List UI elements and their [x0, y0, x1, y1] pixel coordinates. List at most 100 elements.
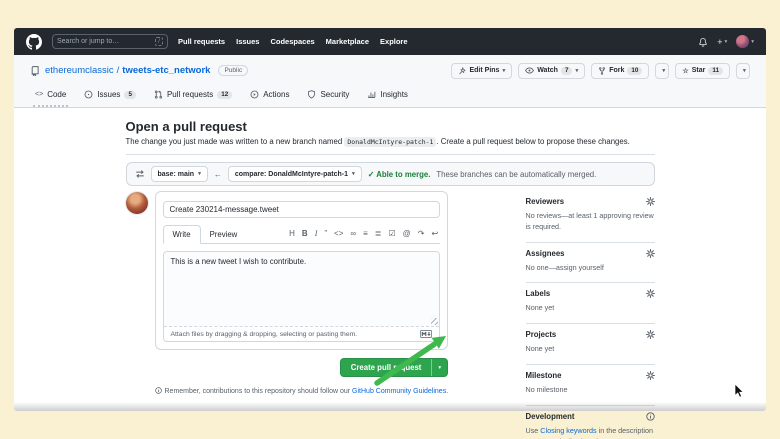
tab-write[interactable]: Write	[163, 225, 201, 244]
info-icon	[155, 387, 162, 394]
fork-button[interactable]: Fork 10	[591, 63, 649, 79]
community-guidelines-link[interactable]: GitHub Community Guidelines	[352, 388, 446, 395]
compare-branch-selector[interactable]: compare: DonaldMcIntyre-patch-1 ▾	[228, 166, 362, 182]
gear-icon[interactable]	[646, 249, 655, 258]
page-title: Open a pull request	[126, 119, 655, 134]
github-logo-icon[interactable]	[26, 34, 42, 50]
tab-actions[interactable]: Actions	[245, 84, 294, 107]
page-subtitle: The change you just made was written to …	[126, 137, 655, 146]
unordered-list-icon[interactable]: ≡	[363, 230, 368, 238]
caret-down-icon: ▾	[724, 39, 727, 45]
info-icon[interactable]	[646, 412, 655, 421]
attach-files-area[interactable]: Attach files by dragging & dropping, sel…	[164, 326, 440, 341]
pr-body-textarea[interactable]: This is a new tweet I wish to contribute…	[164, 252, 440, 326]
markdown-icon	[420, 330, 432, 338]
search-placeholder: Search or jump to…	[57, 38, 119, 45]
header-right: +▾ ▾	[698, 35, 754, 48]
code-icon[interactable]: <>	[334, 230, 343, 238]
gear-icon[interactable]	[646, 197, 655, 206]
ordered-list-icon[interactable]: ≣	[375, 230, 382, 238]
cross-reference-icon[interactable]: ↷	[418, 230, 425, 238]
repo-actions: Edit Pins ▾ Watch 7 ▾ Fork 10 ▾	[451, 63, 750, 79]
nav-issues[interactable]: Issues	[236, 37, 259, 46]
caret-down-icon: ▾	[198, 171, 201, 177]
nav-explore[interactable]: Explore	[380, 37, 408, 46]
fork-count: 10	[627, 67, 642, 75]
pull-requests-count: 12	[217, 91, 232, 99]
tab-issues[interactable]: Issues 5	[79, 84, 141, 107]
caret-down-icon: ▾	[743, 68, 746, 74]
caret-down-icon: ▾	[751, 39, 754, 45]
merge-status: ✓ Able to merge.	[368, 170, 431, 179]
link-icon[interactable]: ∞	[350, 230, 356, 238]
pr-form-card: Write Preview H B I ” <> ∞ ≡ ≣	[155, 191, 449, 350]
shield-icon	[307, 90, 316, 99]
check-icon: ✓	[368, 170, 375, 179]
pr-form-column: Write Preview H B I ” <> ∞ ≡ ≣	[126, 191, 515, 395]
caret-down-icon: ▾	[502, 68, 505, 74]
compare-page-content: Open a pull request The change you just …	[126, 108, 655, 439]
sidebar-section-reviewers: Reviewers No reviews—at least 1 approvin…	[526, 191, 655, 243]
nav-marketplace[interactable]: Marketplace	[326, 37, 369, 46]
create-pull-request-button[interactable]: Create pull request	[341, 359, 432, 376]
nav-pull-requests[interactable]: Pull requests	[178, 37, 225, 46]
merge-note: These branches can be automatically merg…	[436, 170, 596, 179]
tab-insights[interactable]: Insights	[362, 84, 413, 107]
caret-down-icon: ▾	[662, 68, 665, 74]
task-list-icon[interactable]: ☑	[388, 230, 395, 238]
arrow-left-icon: ←	[214, 170, 222, 179]
watch-button[interactable]: Watch 7 ▾	[518, 63, 585, 79]
repo-name-link[interactable]: tweets-etc_network	[122, 65, 210, 76]
editor-tab-strip: Write Preview H B I ” <> ∞ ≡ ≣	[163, 225, 441, 244]
notifications-bell-icon[interactable]	[698, 37, 708, 47]
repo-owner-link[interactable]: ethereumclassic	[45, 65, 114, 76]
gear-icon[interactable]	[646, 371, 655, 380]
breadcrumb-separator: /	[117, 65, 120, 76]
search-input[interactable]: Search or jump to… /	[52, 34, 168, 49]
tab-pull-requests[interactable]: Pull requests 12	[149, 84, 237, 107]
sidebar-section-assignees: Assignees No one—assign yourself	[526, 243, 655, 284]
assign-yourself-link[interactable]: assign yourself	[556, 263, 604, 272]
fork-icon	[598, 67, 606, 75]
breadcrumb: ethereumclassic / tweets-etc_network	[45, 65, 210, 76]
create-new-button[interactable]: +▾	[717, 37, 727, 47]
create-pr-dropdown-button[interactable]: ▾	[431, 359, 447, 376]
caret-down-icon: ▾	[575, 68, 578, 74]
pin-icon	[458, 67, 466, 75]
star-button[interactable]: ☆ Star 11	[675, 63, 730, 79]
base-branch-selector[interactable]: base: main ▾	[151, 166, 208, 182]
gear-icon[interactable]	[646, 330, 655, 339]
author-avatar	[126, 192, 148, 214]
tab-security[interactable]: Security	[302, 84, 354, 107]
fork-dropdown-button[interactable]: ▾	[655, 63, 669, 79]
graph-icon	[367, 90, 376, 99]
plus-icon: +	[717, 37, 722, 47]
closing-keywords-link[interactable]: Closing keywords	[540, 426, 596, 435]
star-dropdown-button[interactable]: ▾	[736, 63, 750, 79]
nav-codespaces[interactable]: Codespaces	[270, 37, 314, 46]
issues-count: 5	[124, 91, 136, 99]
pr-title-input[interactable]	[163, 201, 441, 218]
markdown-toolbar: H B I ” <> ∞ ≡ ≣ ☑ @ ↷ ↩	[287, 230, 440, 243]
user-menu[interactable]: ▾	[736, 35, 754, 48]
mention-icon[interactable]: @	[403, 230, 411, 238]
tab-code[interactable]: <> Code	[30, 84, 71, 107]
caret-down-icon: ▾	[352, 171, 355, 177]
header-nav: Pull requests Issues Codespaces Marketpl…	[178, 37, 408, 46]
bold-icon[interactable]: B	[302, 230, 308, 238]
sidebar-section-projects: Projects None yet	[526, 324, 655, 365]
saved-replies-icon[interactable]: ↩	[431, 230, 438, 238]
italic-icon[interactable]: I	[315, 230, 318, 238]
create-pull-request-button-group: Create pull request ▾	[340, 358, 448, 377]
quote-icon[interactable]: ”	[324, 230, 327, 238]
tab-preview[interactable]: Preview	[201, 226, 247, 243]
heading-icon[interactable]: H	[289, 230, 295, 238]
sidebar-section-development: Development Use Closing keywords in the …	[526, 406, 655, 439]
edit-pins-button[interactable]: Edit Pins ▾	[451, 63, 512, 79]
browser-page: Search or jump to… / Pull requests Issue…	[14, 28, 766, 411]
compare-arrows-icon	[135, 169, 145, 179]
sidebar-section-milestone: Milestone No milestone	[526, 365, 655, 406]
visibility-badge: Public	[218, 65, 248, 76]
eye-icon	[525, 67, 534, 74]
gear-icon[interactable]	[646, 289, 655, 298]
